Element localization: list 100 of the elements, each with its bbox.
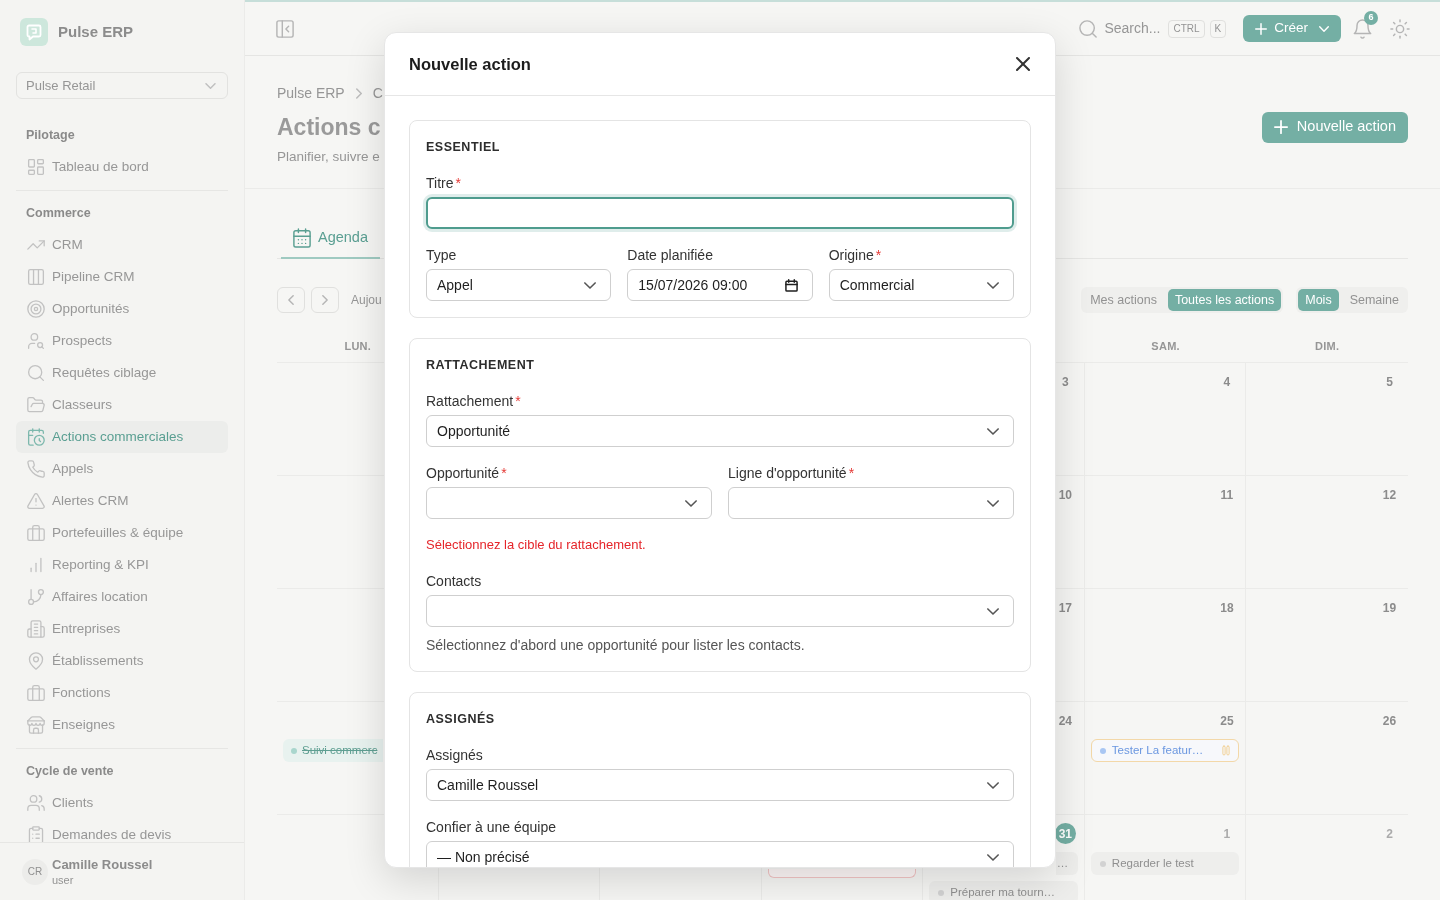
dialog-title: Nouvelle action [409, 53, 531, 75]
sidebar-item[interactable]: Prospects [16, 325, 228, 357]
select-field[interactable] [426, 595, 1014, 627]
sidebar-item[interactable]: Entreprises [16, 613, 228, 645]
new-action-button[interactable]: Nouvelle action [1261, 111, 1408, 143]
required-marker: * [501, 463, 507, 483]
sidebar-item[interactable]: Tableau de bord [16, 151, 228, 183]
page-subtitle: Planifier, suivre e [277, 148, 380, 166]
sidebar-item[interactable]: Fonctions [16, 677, 228, 709]
sidebar-item[interactable]: Pipeline CRM [16, 261, 228, 293]
workspace-select[interactable]: Pulse Retail [16, 72, 228, 99]
select-field[interactable]: — Non précisé [426, 841, 1014, 867]
toggle-option[interactable]: Toutes les actions [1167, 289, 1282, 311]
folder-icon [27, 396, 45, 414]
logo-icon [20, 18, 48, 46]
sidebar-item[interactable]: Enseignes [16, 709, 228, 741]
sidebar-item[interactable]: Portefeuilles & équipe [16, 517, 228, 549]
day-number: 17 [1057, 599, 1073, 617]
toggle-option[interactable]: Mes actions [1083, 289, 1164, 311]
today-button[interactable]: Aujou [351, 291, 382, 309]
bar-chart-icon [27, 556, 45, 574]
map-pin-icon [27, 652, 45, 670]
weekday-label: DIM. [1315, 339, 1340, 355]
event-title: Tester La featur… [1111, 742, 1204, 758]
chevron-down-icon [987, 853, 999, 861]
select-field[interactable] [426, 487, 712, 519]
select-field[interactable]: Commercial [828, 269, 1014, 301]
chevron-down-icon [987, 427, 999, 435]
sidebar-item[interactable]: Établissements [16, 645, 228, 677]
day-number: 10 [1057, 486, 1073, 504]
day-number: 18 [1219, 599, 1235, 617]
field-label: Rattachement [426, 391, 514, 411]
event-chip[interactable]: … [1055, 852, 1078, 875]
pause-icon [1222, 745, 1231, 756]
text-input[interactable] [426, 197, 1014, 229]
sidebar-item[interactable]: Demandes de devis [16, 819, 228, 842]
sidebar-item[interactable]: Clients [16, 787, 228, 819]
sidebar-item[interactable]: Requêtes ciblage [16, 357, 228, 389]
user-name: Camille Roussel [52, 856, 153, 873]
day-number: 11 [1219, 486, 1235, 504]
required-marker: * [455, 173, 461, 193]
create-button[interactable]: Créer [1243, 15, 1341, 42]
sidebar-toggle-icon[interactable] [276, 19, 294, 38]
field-label: Origine [828, 245, 874, 265]
chevron-down-icon [987, 781, 999, 789]
tab[interactable]: Agenda [281, 218, 380, 259]
day-number: 25 [1219, 712, 1235, 730]
sidebar-item[interactable]: Alertes CRM [16, 485, 228, 517]
next-button[interactable] [311, 287, 339, 313]
shortcut-key: K [1209, 19, 1227, 38]
field-label: Opportunité [426, 463, 500, 483]
search-button[interactable]: Search... CTRL K [1079, 18, 1227, 39]
section-heading: Commerce [25, 204, 92, 222]
store-icon [27, 716, 45, 734]
toggle-option[interactable]: Mois [1298, 289, 1339, 311]
day-number: 26 [1381, 712, 1398, 730]
date-time-field[interactable]: 15/07/2026 09:00 [627, 269, 813, 301]
clipboard-icon [27, 826, 45, 842]
app-name: Pulse ERP [58, 21, 134, 42]
sidebar-item[interactable]: Classeurs [16, 389, 228, 421]
sun-icon[interactable] [1390, 18, 1410, 39]
select-field[interactable]: Opportunité [426, 415, 1014, 447]
sidebar-item[interactable]: Actions commerciales [16, 421, 228, 453]
chevron-down-icon [987, 281, 999, 289]
required-marker: * [515, 391, 521, 411]
field-label: Titre [426, 173, 454, 193]
section-heading: RATTACHEMENT [426, 357, 536, 374]
dashboard-icon [27, 158, 45, 176]
previous-button[interactable] [277, 287, 305, 313]
sidebar-item[interactable]: Opportunités [16, 293, 228, 325]
select-field[interactable]: Appel [426, 269, 612, 301]
section-heading: Pilotage [25, 126, 76, 144]
day-number: 5 [1385, 373, 1394, 391]
select-field[interactable]: Camille Roussel [426, 769, 1014, 801]
day-number: 3 [1061, 373, 1070, 391]
toggle-option[interactable]: Semaine [1342, 289, 1406, 311]
day-number: 31 [1054, 823, 1076, 844]
event-chip[interactable]: Préparer ma tourn… [929, 881, 1078, 900]
event-chip[interactable]: Regarder le test [1090, 852, 1240, 875]
bell-icon[interactable] [1353, 18, 1372, 39]
sidebar-item[interactable]: Affaires location [16, 581, 228, 613]
event-chip[interactable] [767, 869, 917, 878]
day-number: 1 [1222, 825, 1232, 843]
event-chip[interactable]: Suivi commerc [283, 739, 383, 762]
columns-icon [27, 268, 45, 286]
breadcrumb-item: C [372, 83, 383, 103]
calendar-icon [293, 227, 311, 248]
calendar-icon [784, 278, 798, 292]
sidebar-item[interactable]: CRM [16, 229, 228, 261]
close-icon [1016, 57, 1030, 71]
select-field[interactable] [728, 487, 1014, 519]
sidebar-item[interactable]: Reporting & KPI [16, 549, 228, 581]
user-role: user [52, 872, 75, 887]
breadcrumb-link[interactable]: Pulse ERP [277, 82, 345, 104]
plus-icon [1273, 120, 1288, 134]
sidebar-item[interactable]: Appels [16, 453, 228, 485]
section-heading: ASSIGNÉS [426, 710, 496, 728]
event-chip[interactable]: Tester La featur… [1090, 739, 1240, 762]
error-message: Sélectionnez la cible du rattachement. [426, 536, 647, 554]
event-title: Préparer ma tourn… [950, 884, 1056, 900]
